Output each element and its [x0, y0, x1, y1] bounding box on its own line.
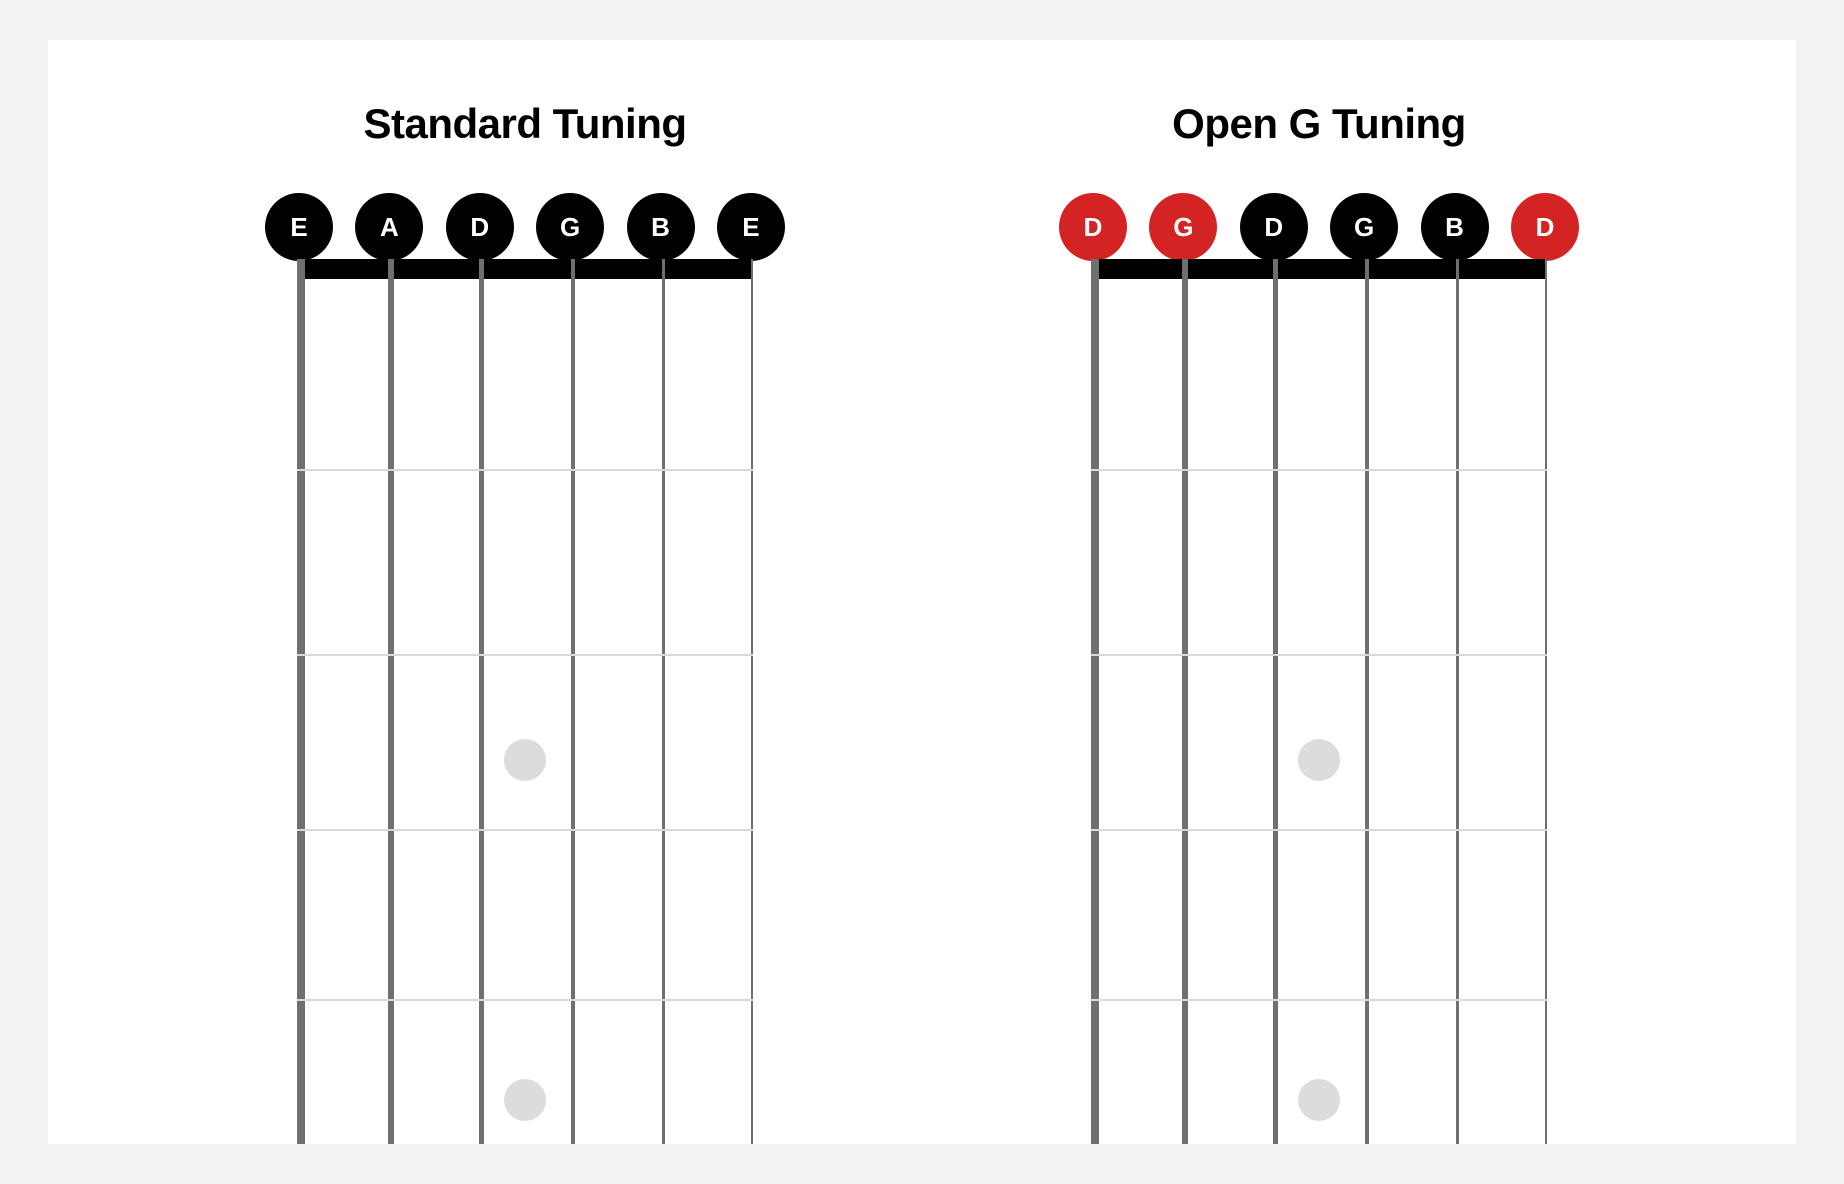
string-line-2: [1182, 259, 1188, 1144]
note-row: E A D G B E: [245, 193, 805, 261]
string-line-3: [1273, 259, 1278, 1144]
neck: [1039, 259, 1599, 1144]
string-note-4: G: [536, 193, 604, 261]
fret-1: [1091, 469, 1547, 471]
string-line-3: [479, 259, 484, 1144]
string-line-5: [662, 259, 665, 1144]
fret-3: [297, 829, 753, 831]
string-line-6: [751, 259, 753, 1144]
inlay-dot-5: [504, 1079, 546, 1121]
string-line-4: [1365, 259, 1369, 1144]
string-note-4: G: [1330, 193, 1398, 261]
string-note-3: D: [1240, 193, 1308, 261]
inlay-dot-3: [504, 739, 546, 781]
strings-group: [297, 259, 753, 1144]
fret-4: [1091, 999, 1547, 1001]
string-line-2: [388, 259, 394, 1144]
string-note-6: D: [1511, 193, 1579, 261]
inlay-dot-3: [1298, 739, 1340, 781]
fretboard: D G D G B D: [1039, 193, 1599, 1144]
string-note-1: E: [265, 193, 333, 261]
string-note-6: E: [717, 193, 785, 261]
fret-4: [297, 999, 753, 1001]
string-line-6: [1545, 259, 1547, 1144]
fret-3: [1091, 829, 1547, 831]
diagram-card: Standard Tuning E A D G B E: [48, 40, 1796, 1144]
strings-group: [1091, 259, 1547, 1144]
string-note-2: A: [355, 193, 423, 261]
tuning-title: Open G Tuning: [1172, 100, 1466, 148]
string-line-1: [1091, 259, 1099, 1144]
neck: [245, 259, 805, 1144]
string-note-2: G: [1149, 193, 1217, 261]
fret-1: [297, 469, 753, 471]
string-note-1: D: [1059, 193, 1127, 261]
string-note-3: D: [446, 193, 514, 261]
note-row: D G D G B D: [1039, 193, 1599, 261]
string-note-5: B: [1421, 193, 1489, 261]
tuning-block-standard: Standard Tuning E A D G B E: [175, 100, 875, 1144]
fret-2: [297, 654, 753, 656]
string-line-1: [297, 259, 305, 1144]
string-line-4: [571, 259, 575, 1144]
inlay-dot-5: [1298, 1079, 1340, 1121]
fretboard: E A D G B E: [245, 193, 805, 1144]
string-line-5: [1456, 259, 1459, 1144]
tuning-block-open-g: Open G Tuning D G D G B D: [969, 100, 1669, 1144]
tuning-title: Standard Tuning: [363, 100, 686, 148]
string-note-5: B: [627, 193, 695, 261]
fret-2: [1091, 654, 1547, 656]
